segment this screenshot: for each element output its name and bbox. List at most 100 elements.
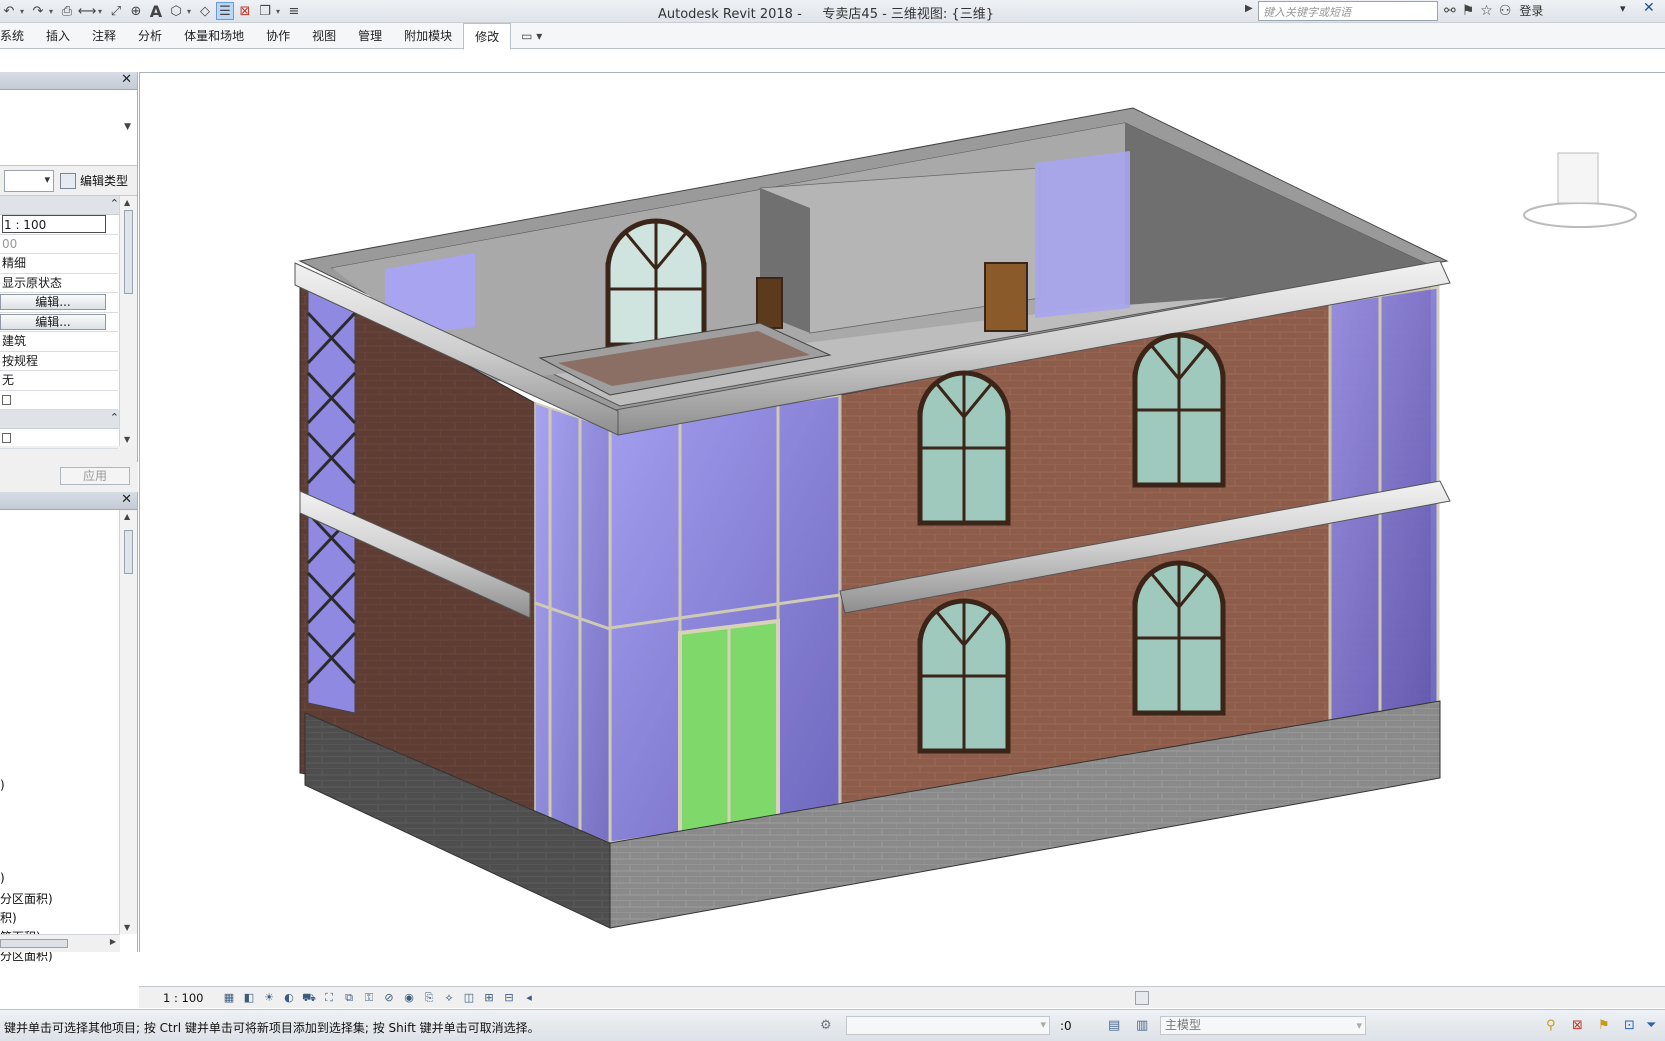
select-by-face-icon[interactable]: ⊡	[1624, 1018, 1635, 1033]
tab-system[interactable]: 系统	[0, 23, 35, 49]
measure-dropdown-icon[interactable]: ▾	[98, 7, 105, 16]
analytical-model-icon[interactable]: ⟡	[441, 990, 457, 1005]
tab-modify[interactable]: 修改	[463, 22, 512, 50]
close-hidden-windows-icon[interactable]: ⊠	[236, 2, 254, 20]
tab-insert[interactable]: 插入	[35, 23, 81, 49]
type-selector-preview[interactable]: ▼	[0, 90, 137, 166]
undo-dropdown-icon[interactable]: ▾	[20, 7, 27, 16]
property-default-analysis[interactable]: 无	[0, 371, 118, 391]
visual-style-icon[interactable]: ◧	[241, 990, 257, 1005]
vg-overrides-edit-button[interactable]: 编辑...	[0, 294, 106, 310]
tree-item[interactable]: 积)	[0, 909, 17, 926]
apply-button[interactable]: 应用	[60, 467, 130, 485]
redo-icon[interactable]: ↷	[29, 2, 47, 20]
detail-level-icon[interactable]: ▦	[221, 990, 237, 1005]
drawing-area-3d-view[interactable]	[139, 72, 1665, 952]
viewcube[interactable]	[1523, 152, 1637, 228]
chevron-down-icon[interactable]: ▼	[124, 122, 131, 132]
scroll-up-icon[interactable]: ▲	[124, 512, 130, 521]
browser-horizontal-scrollbar[interactable]: ▶	[0, 934, 120, 952]
switch-windows-icon[interactable]: ❐	[256, 2, 274, 20]
tab-collaborate[interactable]: 协作	[255, 23, 301, 49]
tag-icon[interactable]: ⊕	[127, 2, 145, 20]
temporary-view-properties-icon[interactable]: ⎘	[421, 990, 437, 1005]
property-parts-visibility[interactable]: 显示原状态	[0, 274, 118, 293]
property-checkbox[interactable]	[2, 394, 11, 405]
login-button[interactable]: 登录	[1519, 2, 1543, 19]
select-pinned-icon[interactable]: ⚑	[1598, 1018, 1610, 1033]
reveal-hidden-icon[interactable]: ◉	[401, 990, 417, 1005]
browser-scrollbar[interactable]: ▲ ▼	[119, 510, 137, 934]
highlight-displacement-icon[interactable]: ◫	[461, 990, 477, 1005]
communication-center-icon[interactable]: ⚑	[1462, 3, 1475, 19]
tab-manage[interactable]: 管理	[347, 23, 393, 49]
group-header-graphics[interactable]: ⌃	[0, 196, 137, 215]
property-detail-level[interactable]: 精细	[0, 254, 118, 274]
tab-massing-site[interactable]: 体量和场地	[173, 23, 255, 49]
property-show-hidden-lines[interactable]: 按规程	[0, 352, 118, 371]
edit-type-button[interactable]: 编辑类型	[60, 172, 128, 189]
sun-path-icon[interactable]: ☀	[261, 990, 277, 1005]
scroll-left-icon[interactable]: ◂	[521, 990, 537, 1005]
collapse-icon[interactable]: ⌃	[110, 411, 119, 424]
worksharing-display-icon[interactable]: ⊟	[501, 990, 517, 1005]
design-options-icon[interactable]: ▥	[1136, 1018, 1148, 1033]
scroll-up-icon[interactable]: ▲	[124, 198, 130, 207]
ribbon-options-dropdown[interactable]: ▭ ▾	[521, 29, 542, 43]
aligned-dimension-icon[interactable]: ⤢	[107, 2, 125, 20]
3d-view-icon[interactable]: ⬡	[167, 2, 185, 20]
tab-analyze[interactable]: 分析	[127, 23, 173, 49]
section-icon[interactable]: ◇	[196, 2, 214, 20]
text-icon[interactable]: A	[147, 2, 165, 21]
worksets-icon[interactable]: ⚙	[820, 1018, 832, 1033]
user-icon[interactable]: ⚇	[1499, 3, 1512, 19]
instance-filter-select[interactable]	[4, 169, 54, 192]
measure-icon[interactable]: ⟷	[78, 2, 97, 20]
close-icon[interactable]: ✕	[1643, 0, 1655, 16]
3d-view-dropdown-icon[interactable]: ▾	[187, 7, 194, 16]
view-scale-button[interactable]: 1 : 100	[163, 991, 203, 1005]
shadows-icon[interactable]: ◐	[281, 990, 297, 1005]
reveal-constraints-icon[interactable]: ⊞	[481, 990, 497, 1005]
close-icon[interactable]: ✕	[121, 492, 132, 507]
collapse-icon[interactable]: ⌃	[110, 197, 119, 210]
group-header-extents[interactable]: ⌃	[0, 410, 137, 429]
binoculars-icon[interactable]: ⚯	[1444, 3, 1456, 19]
tab-view[interactable]: 视图	[301, 23, 347, 49]
temporary-hide-icon[interactable]: ⊘	[381, 990, 397, 1005]
tab-add-ins[interactable]: 附加模块	[393, 23, 463, 49]
scroll-down-icon[interactable]: ▼	[124, 435, 130, 444]
thin-lines-icon[interactable]: ☰	[216, 2, 234, 20]
tab-annotate[interactable]: 注释	[81, 23, 127, 49]
property-discipline[interactable]: 建筑	[0, 332, 118, 352]
design-option-select[interactable]: 主模型	[1160, 1016, 1366, 1035]
scrollbar-thumb[interactable]	[0, 939, 68, 948]
active-workset-select[interactable]	[846, 1016, 1050, 1035]
switch-windows-dropdown-icon[interactable]: ▾	[276, 7, 283, 16]
search-input[interactable]: 键入关键字或短语	[1258, 1, 1438, 21]
favorites-star-icon[interactable]: ☆	[1480, 3, 1493, 19]
scrollbar-thumb[interactable]	[124, 210, 133, 294]
tree-item[interactable]: 分区面积)	[0, 890, 53, 907]
editable-only-icon[interactable]: ▤	[1108, 1018, 1120, 1033]
chevron-right-icon[interactable]: ▶	[1245, 3, 1253, 14]
scroll-down-icon[interactable]: ▼	[124, 923, 130, 932]
scroll-right-icon[interactable]: ▶	[110, 937, 116, 946]
property-checkbox[interactable]	[2, 433, 11, 443]
customize-toolbar-icon[interactable]: ≡	[285, 2, 303, 20]
lock-3d-view-icon[interactable]: ⚿	[361, 990, 377, 1005]
canvas-scrollbar-thumb[interactable]	[1135, 991, 1149, 1005]
rendering-icon[interactable]: ⛟	[301, 990, 317, 1005]
properties-scrollbar[interactable]: ▲ ▼	[119, 196, 137, 446]
filter-icon[interactable]: ⏷	[1646, 1018, 1656, 1033]
property-view-scale[interactable]: 1 : 100	[0, 215, 118, 235]
tree-item[interactable]: )	[0, 871, 5, 885]
crop-view-icon[interactable]: ⛶	[321, 990, 337, 1005]
show-crop-region-icon[interactable]: ⧉	[341, 990, 357, 1005]
graphic-display-edit-button[interactable]: 编辑...	[0, 313, 106, 330]
scrollbar-thumb[interactable]	[124, 530, 133, 574]
window-dropdown-icon[interactable]: ▾	[1620, 2, 1626, 15]
tree-item[interactable]: )	[0, 778, 5, 792]
print-icon[interactable]: ⎙	[58, 2, 76, 20]
select-underlay-icon[interactable]: ⊠	[1572, 1018, 1583, 1033]
